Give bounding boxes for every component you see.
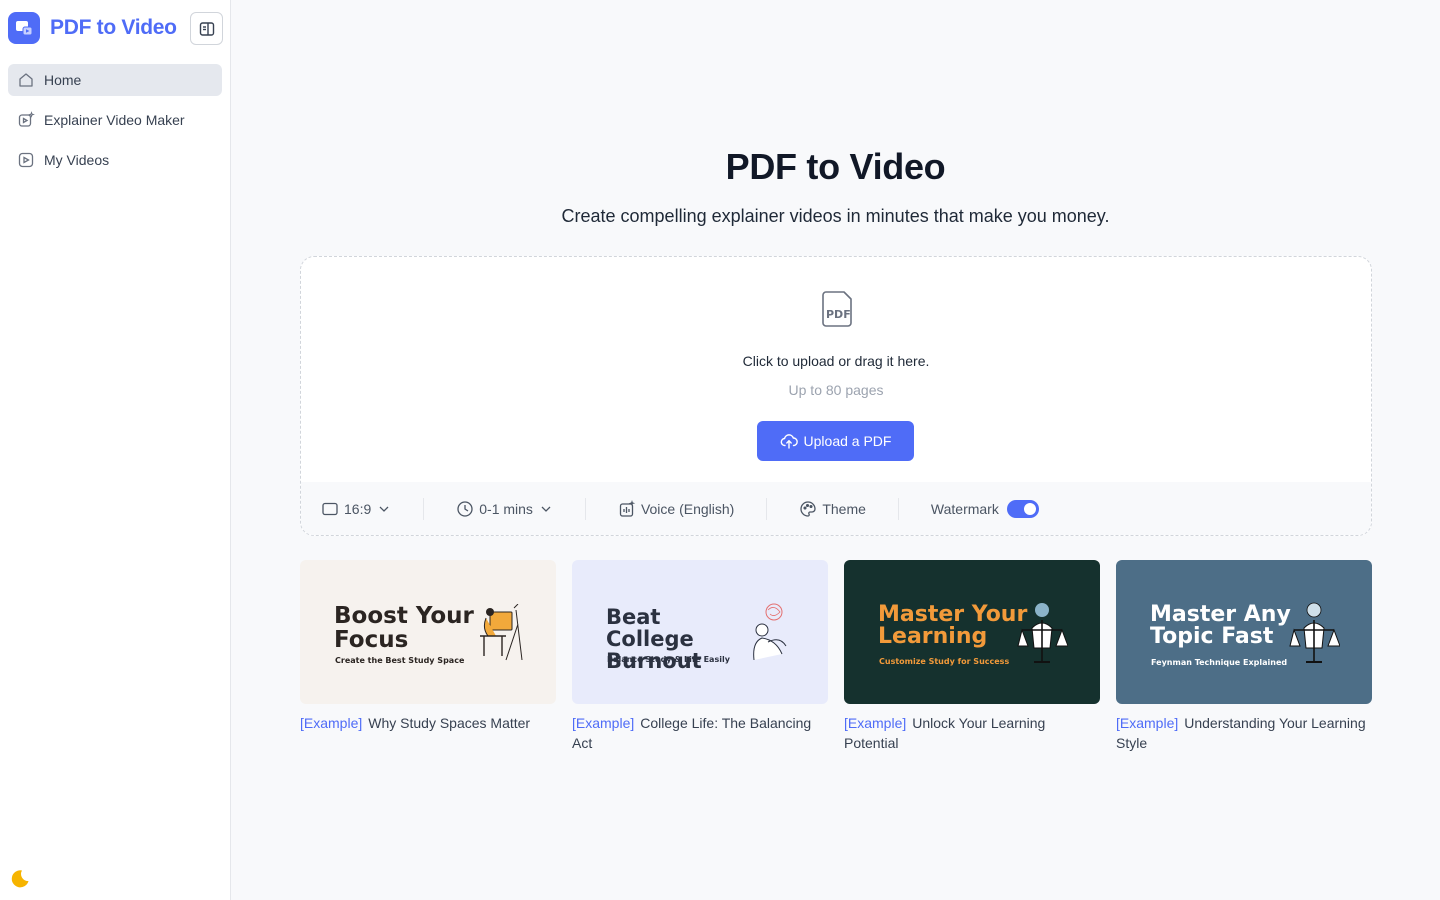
divider: [897, 497, 899, 520]
study-desk-illustration: [480, 604, 523, 661]
clock-icon: [456, 500, 474, 518]
play-square-icon: [17, 151, 35, 169]
thumbnail-subtitle: Balance Study & Life Easily: [607, 655, 730, 664]
sidebar-item-label: Home: [44, 72, 82, 88]
theme-toggle-button[interactable]: [9, 868, 31, 890]
thumbnail-subtitle: Feynman Technique Explained: [1151, 658, 1288, 667]
upload-pdf-button[interactable]: Upload a PDF: [757, 421, 914, 461]
example-thumbnail[interactable]: Master Any Topic Fast Feynman Technique …: [1116, 560, 1372, 704]
aspect-ratio-select[interactable]: 16:9: [321, 500, 391, 518]
thumbnail-title: Boost Your Focus: [334, 603, 474, 653]
sidebar-nav: Home Explainer Video Maker My Videos: [0, 56, 230, 176]
chevron-down-icon: [539, 502, 553, 516]
duration-value: 0-1 mins: [479, 500, 533, 517]
examples-grid: Boost Your Focus Create the Best Study S…: [300, 560, 1372, 753]
upload-pdf-label: Upload a PDF: [803, 433, 892, 449]
divider: [584, 497, 586, 520]
app-root: PDF to Video Home Explainer Video Maker …: [0, 0, 1440, 900]
thumbnail-title: Master Your Learning: [878, 602, 1028, 649]
example-caption: [Example] Unlock Your Learning Potential: [844, 713, 1100, 753]
example-thumbnail[interactable]: Master Your Learning Customize Study for…: [844, 560, 1100, 704]
divider: [423, 497, 425, 520]
watermark-label: Watermark: [930, 500, 999, 517]
example-tag: [Example]: [844, 715, 907, 731]
example-card[interactable]: Master Your Learning Customize Study for…: [844, 560, 1100, 753]
example-tag: [Example]: [300, 715, 363, 731]
svg-text:PDF: PDF: [826, 308, 851, 321]
sidebar-item-home[interactable]: Home: [8, 64, 222, 96]
example-caption: [Example] Why Study Spaces Matter: [300, 713, 556, 733]
pdf-file-icon: PDF: [818, 289, 856, 329]
example-caption: [Example] Understanding Your Learning Sty…: [1116, 713, 1372, 753]
upload-hint: Click to upload or drag it here.: [742, 353, 930, 369]
theme-select[interactable]: Theme: [799, 500, 866, 518]
voice-select[interactable]: Voice (English): [618, 499, 735, 518]
scales-person-illustration: [1017, 603, 1068, 663]
page-subtitle: Create compelling explainer videos in mi…: [561, 206, 1110, 226]
sidebar-item-explainer-video-maker[interactable]: Explainer Video Maker: [8, 104, 222, 136]
moon-icon: [11, 870, 29, 888]
duration-select[interactable]: 0-1 mins: [456, 500, 553, 518]
example-card[interactable]: Master Any Topic Fast Feynman Technique …: [1116, 560, 1372, 753]
example-card[interactable]: Boost Your Focus Create the Best Study S…: [300, 560, 556, 753]
app-title: PDF to Video: [50, 16, 177, 39]
thumbnail-subtitle: Create the Best Study Space: [335, 656, 465, 665]
main-content: PDF to Video Create compelling explainer…: [231, 0, 1440, 900]
cloud-upload-icon: [780, 432, 798, 450]
example-caption: [Example] College Life: The Balancing Act: [572, 713, 828, 753]
voice-value: Voice (English): [640, 500, 735, 517]
chevron-down-icon: [377, 502, 391, 516]
sidebar: PDF to Video Home Explainer Video Maker …: [0, 0, 231, 900]
example-tag: [Example]: [1116, 715, 1179, 731]
aspect-ratio-icon: [321, 500, 339, 518]
video-options-bar: 16:9 0-1 mins Voice (English) Theme Wate…: [301, 482, 1371, 535]
sidebar-collapse-button[interactable]: [190, 12, 223, 45]
stressed-student-illustration: [753, 603, 787, 661]
thumbnail-subtitle: Customize Study for Success: [879, 657, 1010, 666]
video-sparkle-icon: [17, 111, 35, 129]
scales-person-illustration: [1289, 602, 1340, 663]
page-title: PDF to Video: [725, 146, 946, 187]
watermark-option: Watermark: [930, 499, 1039, 518]
theme-label: Theme: [822, 500, 866, 517]
example-thumbnail[interactable]: Boost Your Focus Create the Best Study S…: [300, 560, 556, 704]
example-thumbnail[interactable]: Beat College Burnout Balance Study & Lif…: [572, 560, 828, 704]
home-icon: [17, 71, 35, 89]
sidebar-item-my-videos[interactable]: My Videos: [8, 144, 222, 176]
thumbnail-title: Master Any Topic Fast: [1150, 602, 1291, 649]
aspect-ratio-value: 16:9: [344, 500, 372, 517]
sidebar-toggle-icon: [199, 21, 214, 36]
example-card[interactable]: Beat College Burnout Balance Study & Lif…: [572, 560, 828, 753]
example-title: Why Study Spaces Matter: [368, 715, 531, 731]
sidebar-item-label: My Videos: [44, 152, 110, 168]
voice-icon: [618, 499, 636, 518]
watermark-toggle[interactable]: [1006, 499, 1039, 518]
palette-icon: [799, 500, 817, 518]
upload-dropzone[interactable]: PDF Click to upload or drag it here. Up …: [300, 256, 1372, 536]
app-logo-icon: [8, 12, 40, 44]
example-tag: [Example]: [572, 715, 635, 731]
upload-page-limit: Up to 80 pages: [788, 382, 884, 398]
sidebar-item-label: Explainer Video Maker: [44, 112, 185, 128]
divider: [766, 497, 768, 520]
